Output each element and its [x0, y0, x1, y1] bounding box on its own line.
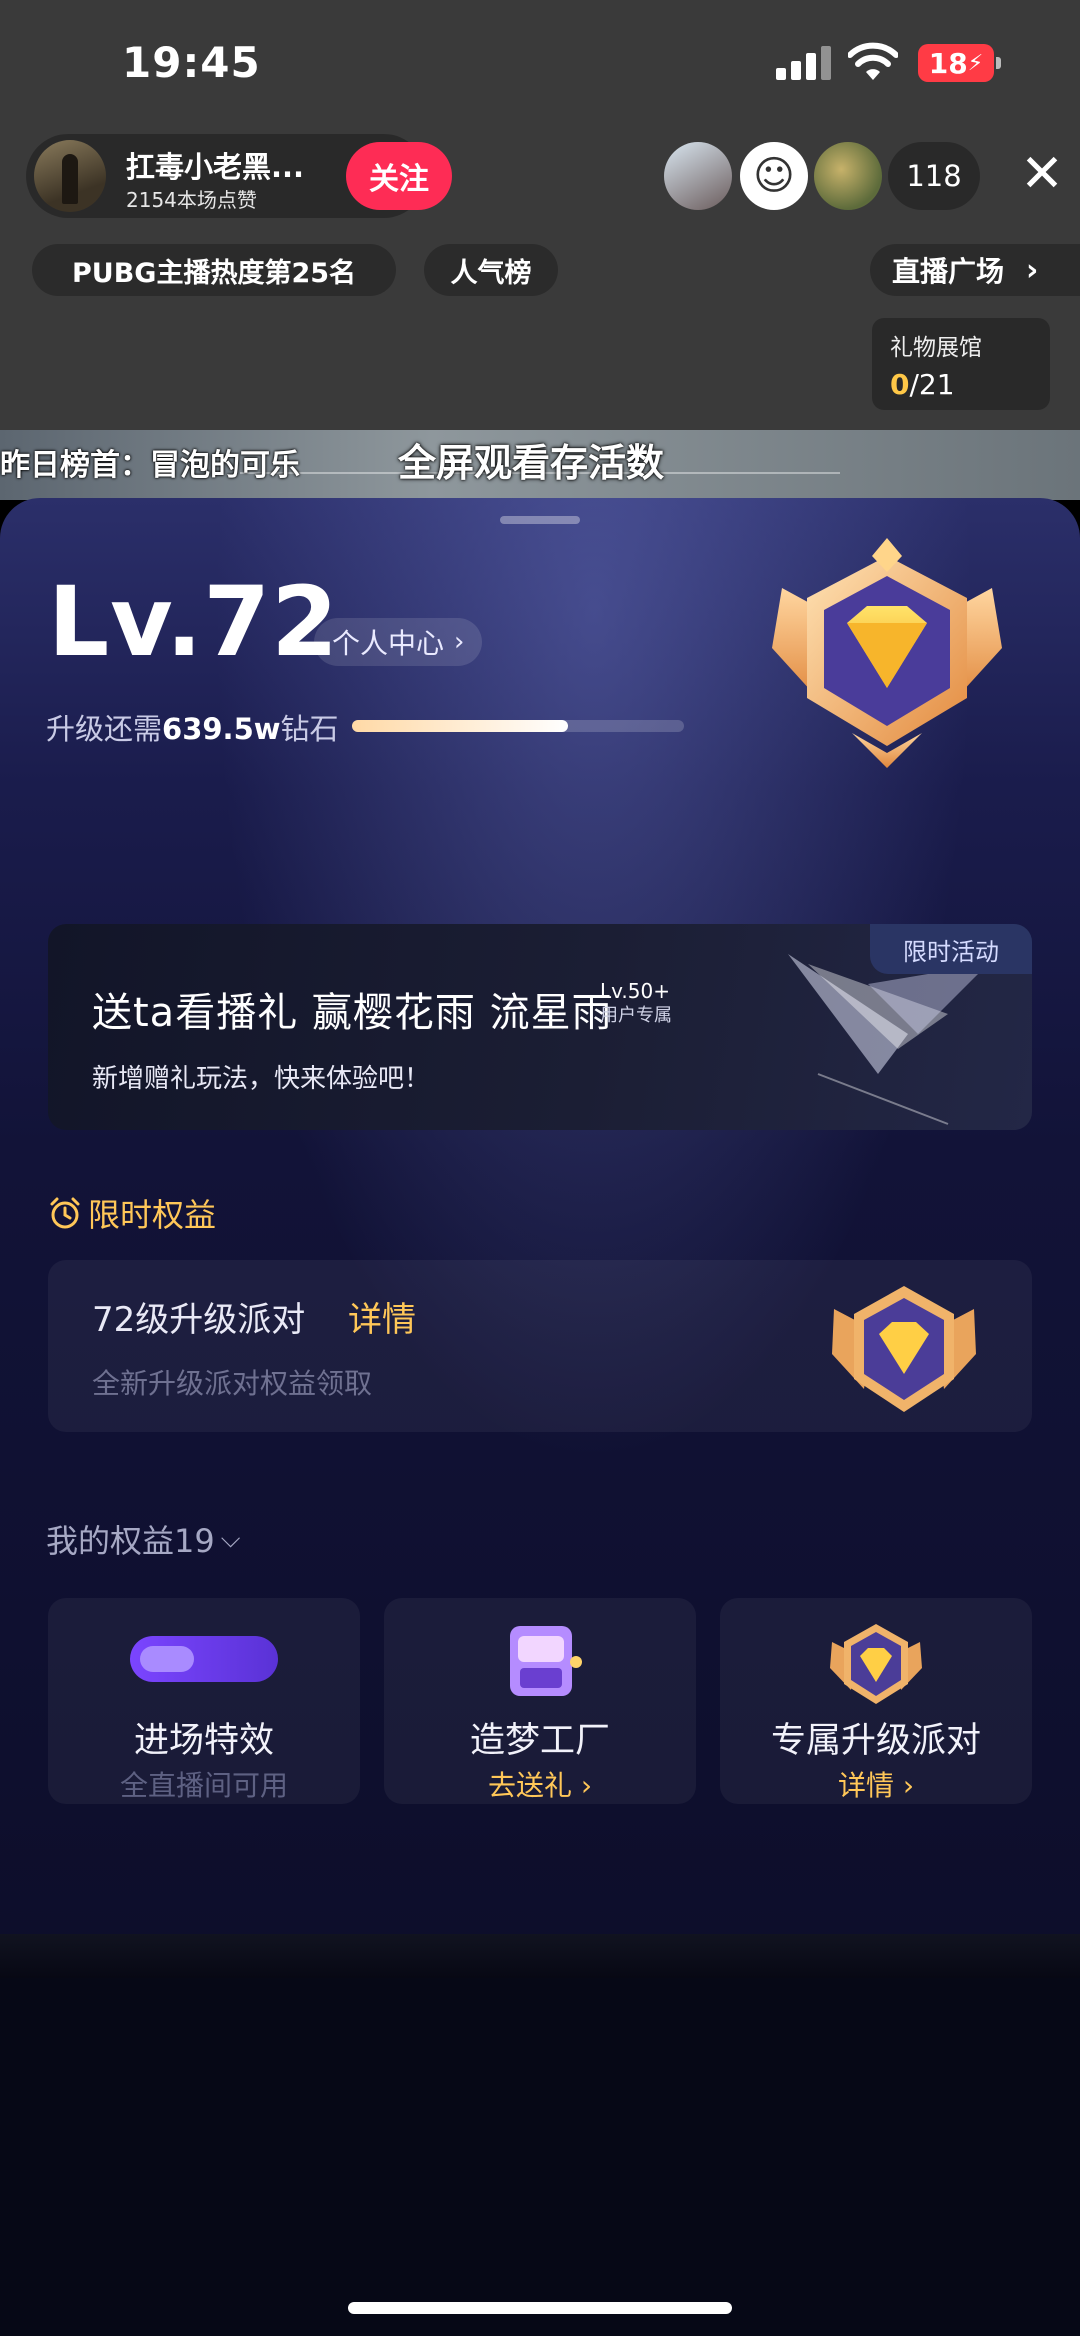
tile-subtitle: 全直播间可用 — [119, 1769, 288, 1802]
gift-hall-total: /21 — [909, 368, 955, 401]
tile-title: 进场特效 — [133, 1721, 274, 1761]
fullscreen-hint: 全屏观看存活数 — [398, 441, 665, 485]
gift-hall-count: 0/21 — [890, 368, 1032, 401]
anchor-name[interactable]: 扛毒小老黑... — [126, 144, 326, 186]
chevron-right-icon: › — [454, 627, 465, 657]
viewer-count[interactable]: 118 — [888, 142, 980, 210]
hot-rank-tag[interactable]: PUBG主播热度第25名 — [32, 244, 396, 296]
diamond-level-badge-icon — [772, 538, 1002, 768]
viewer-avatar[interactable]: ☺ — [740, 142, 808, 210]
my-rights-label: 我的权益19 — [46, 1522, 215, 1560]
gift-machine-icon — [510, 1626, 582, 1696]
bottom-area — [0, 1934, 1080, 2336]
right-tile-entrance-effect[interactable]: 进场特效 全直播间可用 — [48, 1598, 360, 1804]
upgrade-suffix: 钻石 — [280, 712, 339, 746]
home-indicator[interactable] — [348, 2302, 732, 2314]
upgrade-amount: 639.5w — [162, 712, 281, 746]
upgrade-party-card[interactable]: 72级升级派对 详情 全新升级派对权益领取 — [48, 1260, 1032, 1432]
limited-activity-tag: 限时活动 — [870, 924, 1032, 974]
alarm-clock-icon — [50, 1197, 80, 1229]
level-progress-fill — [352, 720, 568, 732]
live-plaza-button[interactable]: 直播广场 › — [870, 244, 1080, 296]
chevron-right-icon: › — [902, 1769, 915, 1802]
tile-subtitle[interactable]: 详情 › — [720, 1764, 1032, 1804]
personal-center-label: 个人中心 — [332, 627, 445, 660]
wifi-icon — [848, 42, 898, 80]
limited-rights-title: 限时权益 — [88, 1196, 217, 1234]
upgrade-prefix: 升级还需 — [46, 712, 163, 746]
right-tile-upgrade-party[interactable]: 专属升级派对 详情 › — [720, 1598, 1032, 1804]
banner-subtitle: 新增赠礼玩法，快来体验吧！ — [92, 1064, 431, 1094]
close-icon[interactable]: ✕ — [1016, 148, 1068, 200]
anchor-likes: 2154本场点赞 — [126, 188, 257, 212]
anchor-avatar[interactable] — [34, 140, 106, 212]
tile-subtitle[interactable]: 去送礼 › — [384, 1764, 696, 1804]
level-sheet: Lv.72 个人中心 › 升级还需639.5w钻石 限时活动 送ta看播礼 赢樱… — [0, 498, 1080, 1938]
right-tile-dream-factory[interactable]: 造梦工厂 去送礼 › — [384, 1598, 696, 1804]
banner-lv-value: Lv.50+ — [600, 979, 670, 1003]
party-description: 全新升级派对权益领取 — [92, 1367, 373, 1400]
banner-level-requirement: Lv.50+ 用户专属 — [600, 978, 672, 1027]
battery-icon: 18 ⚡ — [918, 44, 1001, 82]
limited-rights-heading: 限时权益 — [48, 1190, 216, 1236]
limited-activity-banner[interactable]: 限时活动 送ta看播礼 赢樱花雨 流星雨 Lv.50+ 用户专属 新增赠礼玩法，… — [48, 924, 1032, 1130]
party-title: 72级升级派对 — [92, 1300, 306, 1340]
viewer-avatar[interactable] — [664, 142, 732, 210]
chevron-right-icon: › — [1026, 252, 1039, 288]
gift-hall-button[interactable]: 礼物展馆 0/21 — [872, 318, 1050, 410]
user-level: Lv.72 — [48, 566, 339, 678]
signal-icon — [776, 46, 832, 80]
popularity-tag[interactable]: 人气榜 — [424, 244, 558, 296]
viewer-avatar[interactable] — [814, 142, 882, 210]
status-time: 19:45 — [122, 38, 261, 87]
gift-hall-current: 0 — [890, 368, 910, 401]
diamond-badge-icon — [830, 1624, 922, 1704]
my-rights-toggle[interactable]: 我的权益19 ⌵ — [46, 1516, 240, 1562]
battery-level: 18 — [928, 46, 968, 80]
yesterday-top-text: 昨日榜首：冒泡的可乐 — [0, 448, 300, 483]
tile-sub-label: 去送礼 — [487, 1769, 572, 1802]
tile-sub-label: 详情 — [837, 1769, 894, 1802]
sheet-bottom-divider — [0, 1934, 1080, 1978]
chevron-right-icon: › — [580, 1769, 593, 1802]
entrance-effect-icon — [130, 1636, 278, 1682]
diamond-badge-icon — [832, 1286, 976, 1412]
tile-title: 专属升级派对 — [770, 1721, 981, 1761]
follow-button[interactable]: 关注 — [346, 142, 452, 210]
party-detail-link[interactable]: 详情 — [348, 1292, 416, 1341]
tile-title: 造梦工厂 — [469, 1721, 610, 1761]
live-room-header: 19:45 18 ⚡ 扛毒小老黑... 2154本场点赞 关注 ☺ 118 ✕ P… — [0, 0, 1080, 430]
anchor-info[interactable]: 扛毒小老黑... 2154本场点赞 关注 — [26, 134, 452, 218]
banner-title: 送ta看播礼 赢樱花雨 流星雨 — [92, 990, 613, 1036]
status-bar: 19:45 18 ⚡ — [0, 0, 1080, 130]
upgrade-requirement: 升级还需639.5w钻石 — [46, 706, 339, 748]
level-progress-bar — [352, 720, 684, 732]
drag-handle[interactable] — [500, 516, 580, 524]
live-plaza-label: 直播广场 — [892, 255, 1005, 288]
personal-center-button[interactable]: 个人中心 › — [314, 618, 483, 666]
gift-hall-label: 礼物展馆 — [890, 335, 982, 361]
chevron-down-icon: ⌵ — [220, 1523, 241, 1554]
banner-lv-note: 用户专属 — [600, 1005, 672, 1026]
